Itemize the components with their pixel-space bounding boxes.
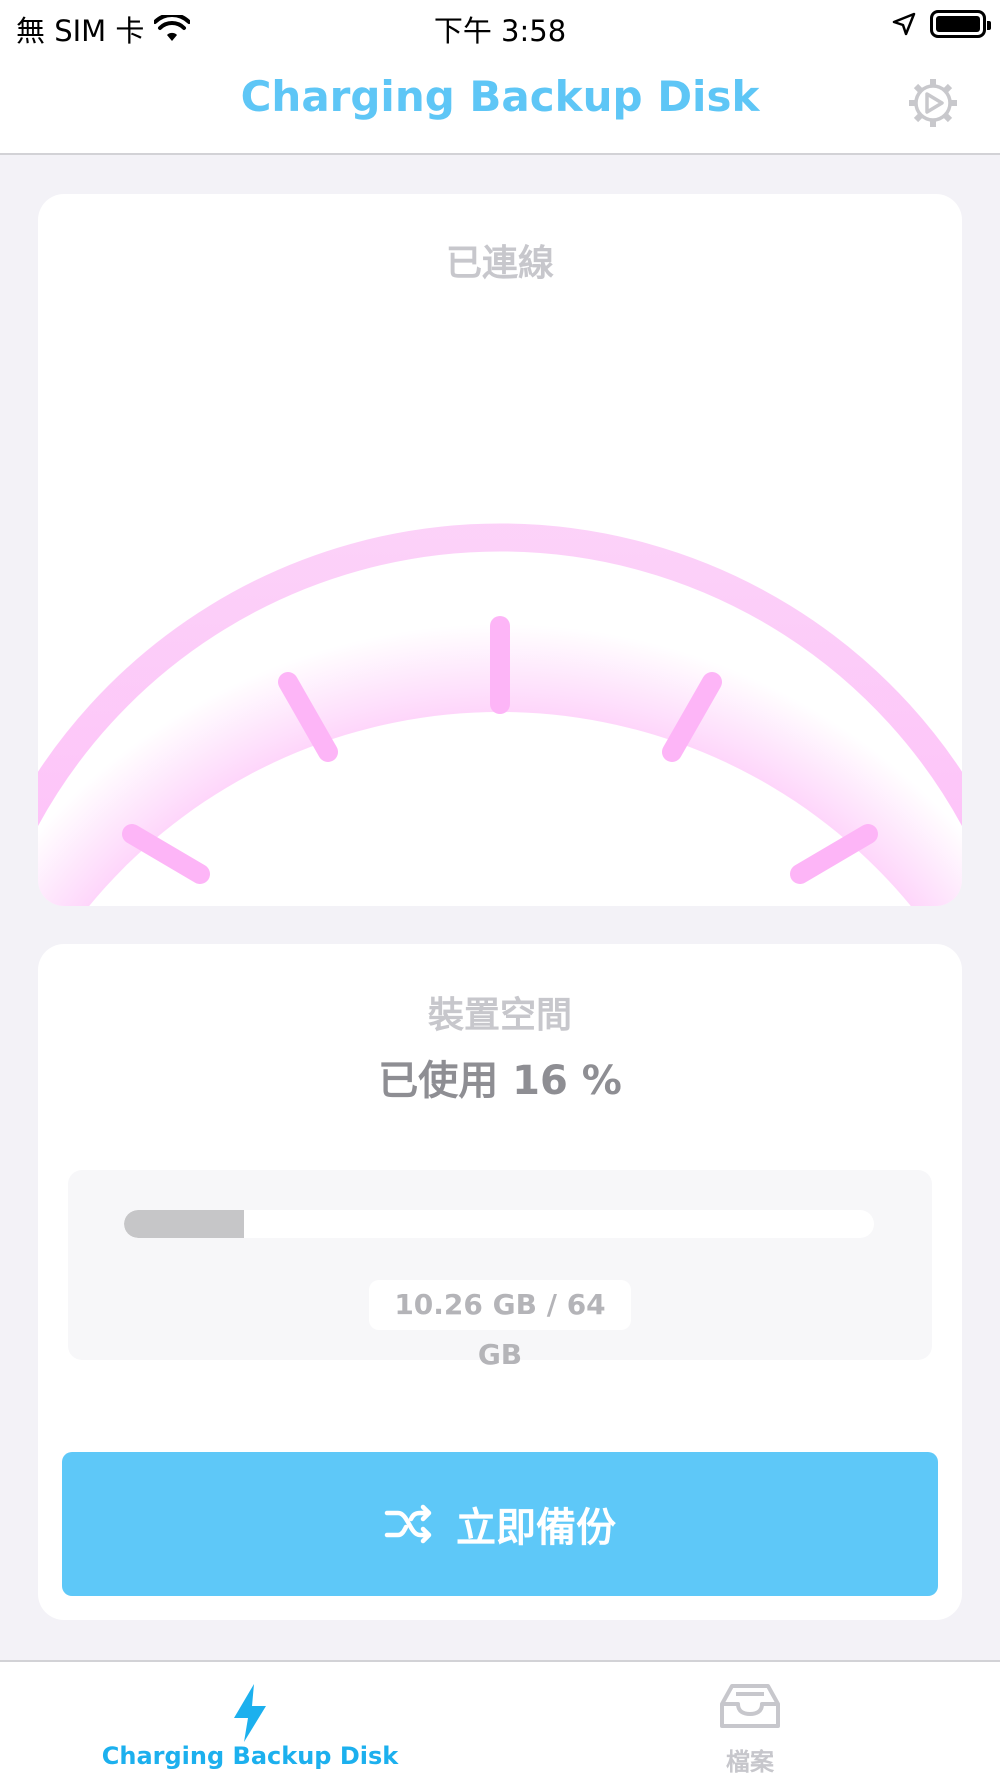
connection-status: 已連線 xyxy=(445,243,554,284)
capacity-label: 10.26 GB / 64 GB xyxy=(369,1280,631,1371)
charging-gauge xyxy=(38,194,962,906)
backup-now-button[interactable]: 立即備份 xyxy=(62,1452,938,1596)
storage-used-text: 已使用 16 % xyxy=(378,1058,622,1104)
usage-panel: 10.26 GB / 64 GB xyxy=(68,1170,932,1371)
usage-progress-bar xyxy=(124,1210,874,1238)
battery-icon xyxy=(930,10,991,38)
status-bar-right xyxy=(892,10,991,38)
usage-progress-fill xyxy=(124,1210,244,1238)
backup-now-label: 立即備份 xyxy=(456,1505,616,1551)
shuffle-icon xyxy=(384,1504,432,1544)
status-time: 下午 3:58 xyxy=(433,14,567,48)
gear-icon[interactable] xyxy=(906,76,960,130)
navigation-bar: Charging Backup Disk xyxy=(0,52,1000,155)
storage-card: 裝置空間 已使用 16 % 10.26 GB / 64 GB 立即備份 xyxy=(38,944,962,1620)
tab-bar: Charging Backup Disk 檔案 xyxy=(0,1660,1000,1778)
tab-label: 檔案 xyxy=(726,1748,774,1776)
tab-label: Charging Backup Disk xyxy=(101,1742,399,1770)
lightning-icon xyxy=(234,1684,266,1742)
page-title: Charging Backup Disk xyxy=(240,72,760,121)
location-arrow-icon xyxy=(892,12,916,36)
tab-files[interactable]: 檔案 xyxy=(500,1662,1000,1778)
tab-charging-backup-disk[interactable]: Charging Backup Disk xyxy=(0,1662,500,1778)
storage-title: 裝置空間 xyxy=(427,995,572,1036)
connection-card: 已連線 xyxy=(38,194,962,906)
inbox-tray-icon xyxy=(720,1684,780,1728)
status-bar: 無 SIM 卡 下午 3:58 xyxy=(0,0,1000,52)
